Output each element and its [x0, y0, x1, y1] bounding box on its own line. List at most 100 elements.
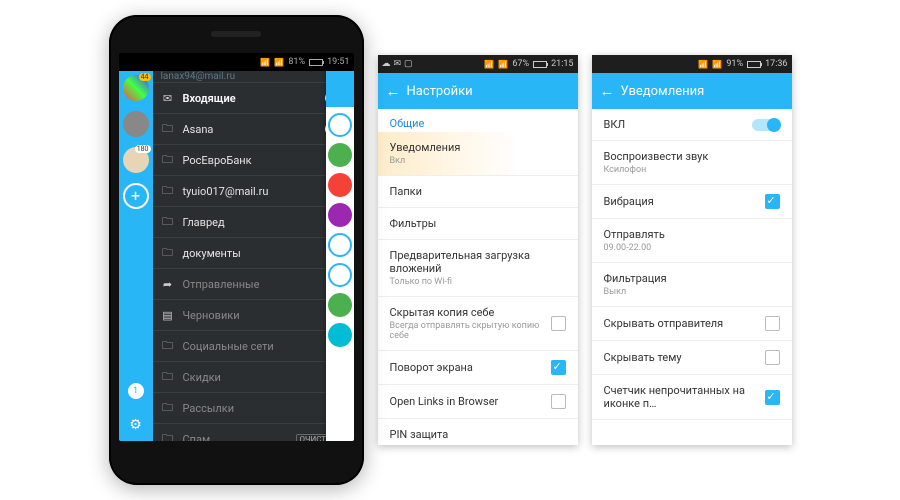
checkbox[interactable]	[551, 316, 566, 331]
settings-row[interactable]: Скрытая копия себе Всегда отправлять скры…	[378, 297, 578, 350]
folder-label: Входящие	[183, 92, 236, 105]
row-label: Отправлять	[604, 228, 665, 241]
folder-item[interactable]: 🗀Социальные сети	[153, 330, 354, 361]
clock: 19:51	[327, 57, 349, 67]
notif-row[interactable]: Счетчик непрочитанных на иконке п…	[592, 375, 792, 419]
row-label: Open Links in Browser	[390, 395, 499, 408]
settings-row[interactable]: Поворот экрана	[378, 351, 578, 384]
account-rail: 44 180 + 1 ⚙	[119, 71, 153, 441]
row-subtitle: Ксилофон	[604, 165, 709, 175]
back-icon[interactable]: ←	[600, 82, 615, 100]
settings-row[interactable]: Предварительная загрузка вложений Только …	[378, 240, 578, 296]
back-icon[interactable]: ←	[386, 82, 401, 100]
notif-count[interactable]: 1	[128, 383, 144, 399]
folder-item[interactable]: ▤Черновики	[153, 299, 354, 330]
settings-row[interactable]: Папки	[378, 176, 578, 207]
row-subtitle: Всегда отправлять скрытую копию себе	[390, 321, 551, 341]
clock: 17:36	[765, 59, 787, 69]
folder-icon: 🗀	[161, 368, 175, 387]
folder-item[interactable]: 🗀 документы	[153, 237, 354, 268]
notif-row[interactable]: ВКЛ	[592, 109, 792, 140]
folder-icon: 🗀	[161, 151, 175, 170]
folder-icon: 🗀	[161, 244, 175, 263]
avatar[interactable]: 180	[123, 147, 149, 173]
row-label: Скрытая копия себе	[390, 306, 495, 319]
notif-row[interactable]: Воспроизвести звук Ксилофон	[592, 141, 792, 184]
row-label: Поворот экрана	[390, 361, 473, 374]
avatar[interactable]: 44	[123, 75, 149, 101]
row-label: ВКЛ	[604, 118, 626, 131]
battery-text: 81%	[288, 57, 305, 67]
folder-label: Рассылки	[183, 402, 235, 415]
row-label: Предварительная загрузка вложений	[390, 249, 530, 275]
row-label: Воспроизвести звук	[604, 150, 709, 163]
row-label: Фильтры	[390, 217, 437, 230]
notif-row[interactable]: ФильтрацияВыкл	[592, 263, 792, 306]
row-subtitle: Выкл	[604, 287, 667, 297]
settings-row[interactable]: Фильтры	[378, 208, 578, 239]
cloud-icon: ☁	[382, 59, 391, 69]
folder-item[interactable]: 🗀Asana11	[153, 113, 354, 144]
inbox-peek	[326, 71, 354, 441]
folder-item[interactable]: 🗀tyuio017@mail.ru3	[153, 175, 354, 206]
folder-icon: ▤	[161, 309, 175, 322]
mail-icon: ✉	[394, 59, 402, 69]
signal-icon: 📶	[698, 60, 708, 69]
folder-label: Скидки	[183, 371, 221, 384]
notif-row[interactable]: Отправлять 09.00-22.00	[592, 219, 792, 262]
nav-drawer: 44 180 + 1 ⚙ lanax94@mail.ru ⌄ ✉Входящие…	[119, 71, 354, 441]
folder-item[interactable]: 🗀Рассылки1	[153, 392, 354, 423]
folder-label: документы	[183, 247, 241, 260]
row-label: Скрывать тему	[604, 351, 682, 364]
settings-row[interactable]: PIN защита	[378, 419, 578, 445]
row-subtitle: 09.00-22.00	[604, 243, 665, 253]
toggle-switch[interactable]	[752, 119, 780, 131]
folder-item[interactable]: ➦Отправленные	[153, 268, 354, 299]
folder-item[interactable]: 🗀Главред2	[153, 206, 354, 237]
notif-row[interactable]: Скрывать тему	[592, 341, 792, 374]
checkbox[interactable]	[551, 360, 566, 375]
signal-icon: 📶	[712, 60, 722, 69]
section-header: Общие	[378, 109, 578, 132]
folder-item[interactable]: 🗀СпамОЧИСТИТЬ	[153, 423, 354, 441]
avatar[interactable]	[123, 111, 149, 137]
checkbox[interactable]	[765, 316, 780, 331]
signal-icon: 📶	[274, 58, 284, 67]
settings-row[interactable]: УведомленияВкл	[378, 132, 578, 175]
folder-icon: ➦	[161, 278, 175, 291]
status-bar: 📶 📶 81% 19:51	[119, 53, 354, 71]
clock: 21:15	[551, 59, 573, 69]
folder-label: tyuio017@mail.ru	[183, 185, 269, 198]
folder-icon: 🗀	[161, 337, 175, 356]
row-subtitle: Только по Wi-fi	[390, 277, 566, 287]
page-title: Настройки	[407, 84, 473, 99]
phone-frame: 📶 📶 81% 19:51 44 180 + 1 ⚙ lanax94@mail.…	[109, 15, 364, 485]
gear-icon[interactable]: ⚙	[129, 417, 142, 433]
checkbox[interactable]	[551, 394, 566, 409]
checkbox[interactable]	[765, 390, 780, 405]
folder-item[interactable]: 🗀Скидки3	[153, 361, 354, 392]
app-bar: ← Уведомления	[592, 73, 792, 109]
settings-row[interactable]: Open Links in Browser	[378, 385, 578, 418]
checkbox[interactable]	[765, 194, 780, 209]
status-bar: 📶 📶 91% 17:36	[592, 55, 792, 73]
signal-icon: 📶	[484, 60, 494, 69]
notif-row[interactable]: Вибрация	[592, 185, 792, 218]
folder-item[interactable]: 🗀 РосЕвроБанк	[153, 144, 354, 175]
folder-label: РосЕвроБанк	[183, 154, 252, 167]
add-account-button[interactable]: +	[123, 183, 149, 209]
notif-list[interactable]: ВКЛВоспроизвести звукКсилофонВибрацияОтп…	[592, 109, 792, 445]
battery-icon	[533, 61, 547, 68]
battery-icon	[747, 61, 761, 68]
signal-icon: 📶	[498, 60, 508, 69]
checkbox[interactable]	[765, 350, 780, 365]
folder-item[interactable]: ✉Входящие22	[153, 82, 354, 113]
settings-panel: ☁✉▢ 📶 📶 67% 21:15 ← Настройки Общие Увед…	[378, 55, 578, 445]
row-label: PIN защита	[390, 428, 449, 441]
account-row[interactable]: lanax94@mail.ru ⌄	[153, 71, 354, 82]
settings-list[interactable]: Общие УведомленияВклПапки Фильтры Предвари…	[378, 109, 578, 445]
folder-label: Спам	[183, 433, 211, 442]
folder-icon: 🗀	[161, 213, 175, 232]
app-bar: ← Настройки	[378, 73, 578, 109]
notif-row[interactable]: Скрывать отправителя	[592, 307, 792, 340]
